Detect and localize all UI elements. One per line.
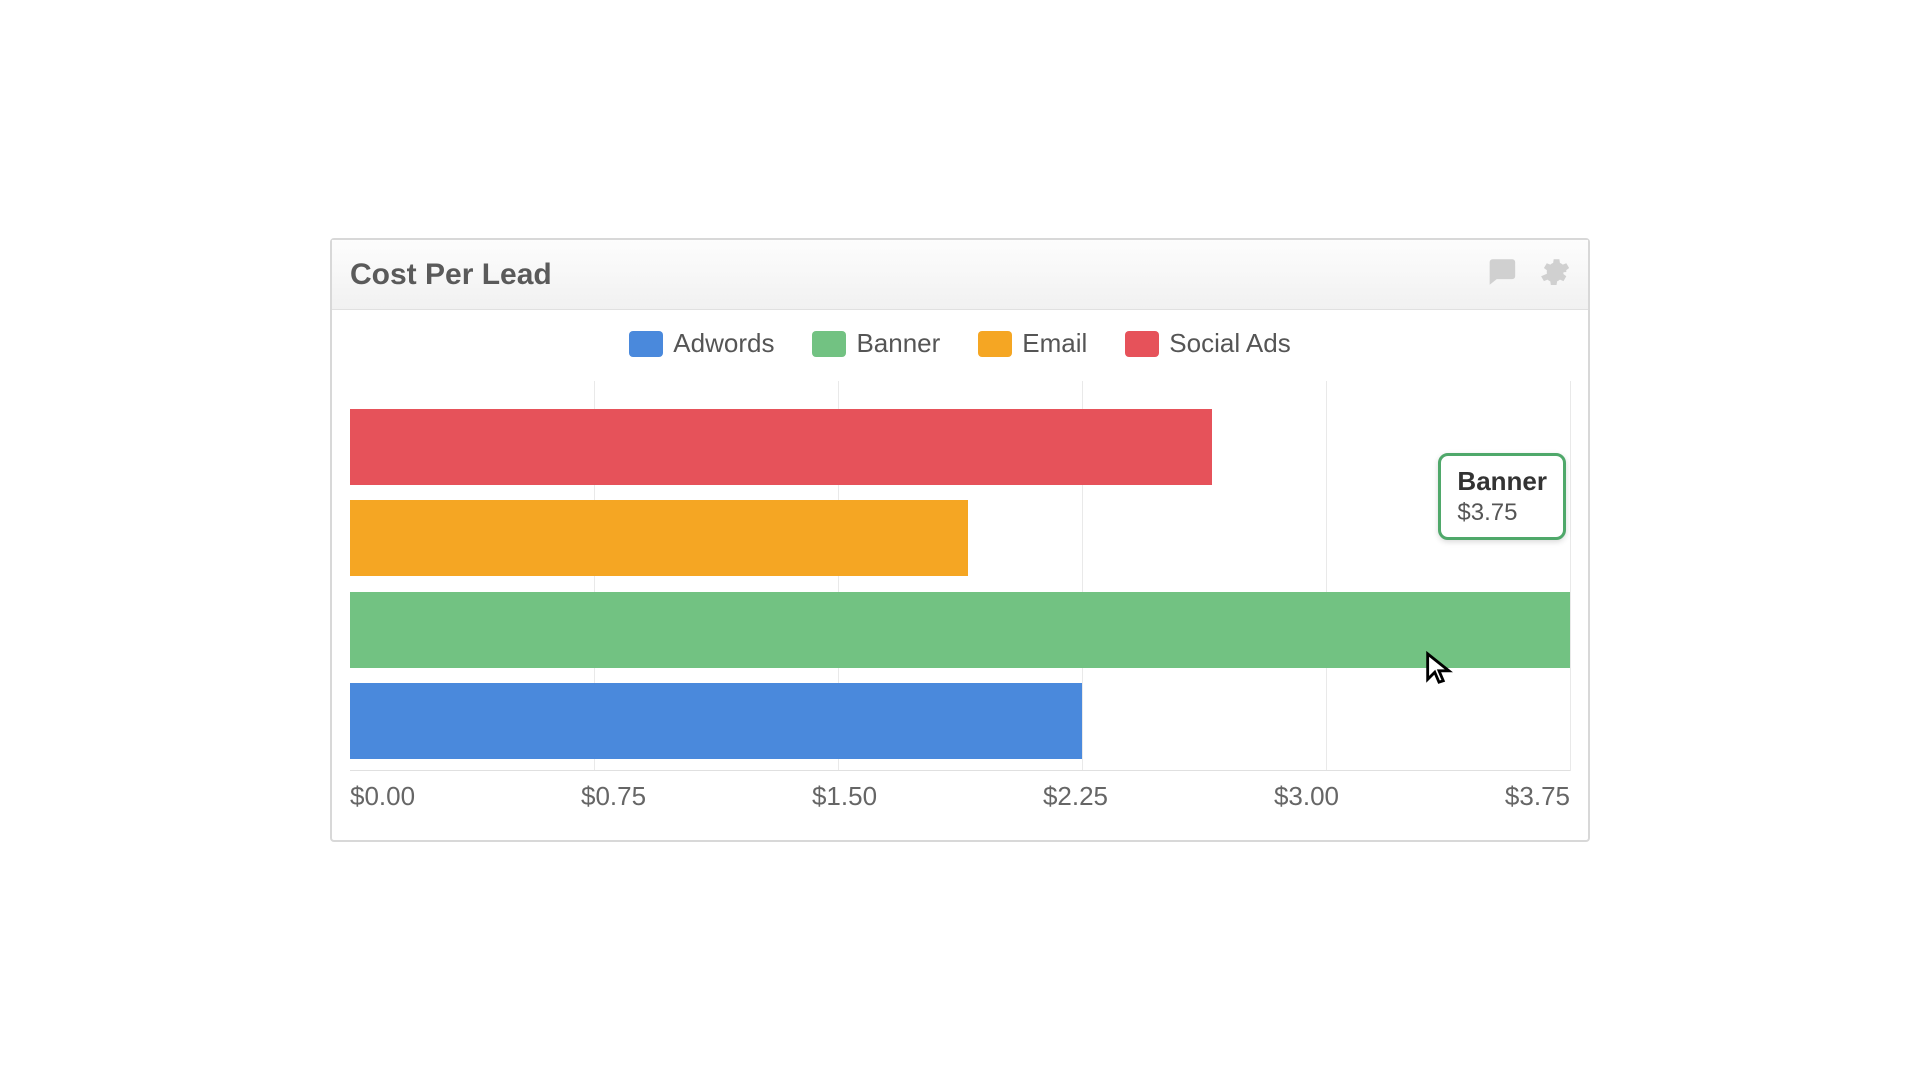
bar-banner[interactable] — [350, 592, 1570, 668]
panel-header: Cost Per Lead — [332, 240, 1588, 310]
bar-row — [350, 409, 1570, 485]
x-axis-line — [350, 770, 1570, 771]
gridline — [1570, 381, 1571, 771]
x-tick-label: $1.50 — [812, 781, 877, 812]
legend-swatch — [978, 331, 1012, 357]
legend-label: Adwords — [673, 328, 774, 359]
plot-area: Banner $3.75 $0.00 $0.75 $1.50 $2.25 $3.00 $3… — [350, 381, 1570, 812]
bar-row — [350, 592, 1570, 668]
cursor-icon — [1424, 651, 1454, 685]
x-axis-ticks: $0.00 $0.75 $1.50 $2.25 $3.00 $3.75 — [350, 781, 1570, 812]
chart-legend: Adwords Banner Email Social Ads — [350, 328, 1570, 359]
legend-swatch — [1125, 331, 1159, 357]
x-tick-label: $3.75 — [1505, 781, 1570, 812]
bar-email[interactable] — [350, 500, 968, 576]
gear-icon[interactable] — [1536, 255, 1570, 294]
legend-label: Social Ads — [1169, 328, 1290, 359]
x-tick-label: $3.00 — [1274, 781, 1339, 812]
comment-icon[interactable] — [1484, 255, 1518, 294]
legend-item-adwords[interactable]: Adwords — [629, 328, 774, 359]
legend-item-banner[interactable]: Banner — [812, 328, 940, 359]
x-tick-label: $0.00 — [350, 781, 415, 812]
bar-social-ads[interactable] — [350, 409, 1212, 485]
bar-row — [350, 500, 1570, 576]
bar-row — [350, 683, 1570, 759]
tooltip: Banner $3.75 — [1438, 453, 1566, 540]
legend-swatch — [629, 331, 663, 357]
x-tick-label: $2.25 — [1043, 781, 1108, 812]
panel-actions — [1484, 255, 1570, 294]
panel-title: Cost Per Lead — [350, 258, 1484, 292]
legend-item-email[interactable]: Email — [978, 328, 1087, 359]
chart-panel: Cost Per Lead Adwords Banner Email — [330, 238, 1590, 842]
legend-label: Email — [1022, 328, 1087, 359]
legend-label: Banner — [856, 328, 940, 359]
legend-item-social-ads[interactable]: Social Ads — [1125, 328, 1290, 359]
x-tick-label: $0.75 — [581, 781, 646, 812]
plot[interactable]: Banner $3.75 — [350, 381, 1570, 771]
bar-adwords[interactable] — [350, 683, 1082, 759]
legend-swatch — [812, 331, 846, 357]
tooltip-title: Banner — [1457, 466, 1547, 497]
panel-body: Adwords Banner Email Social Ads Ban — [332, 310, 1588, 840]
bars — [350, 409, 1570, 759]
tooltip-value: $3.75 — [1457, 499, 1547, 527]
